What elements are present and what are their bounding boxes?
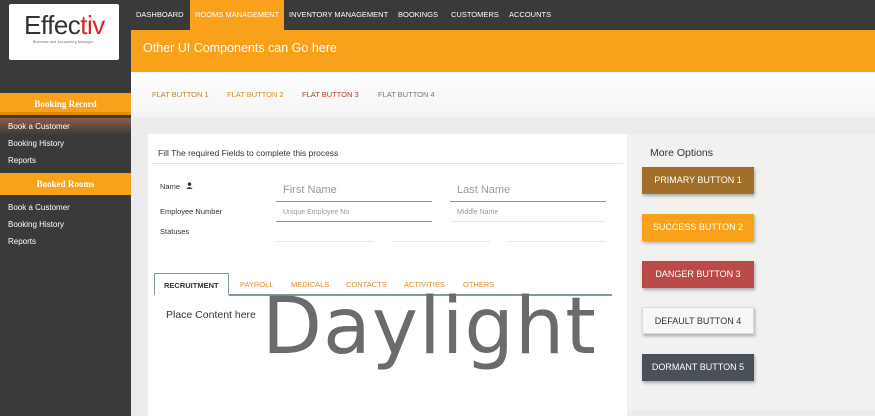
flat-button-1[interactable]: FLAT BUTTON 1 [152, 90, 209, 99]
form-panel: Fill The required Fields to complete thi… [148, 134, 627, 416]
flat-button-4[interactable]: FLAT BUTTON 4 [378, 90, 435, 99]
status-select-1[interactable] [276, 241, 374, 242]
nav-customers[interactable]: CUSTOMERS [446, 0, 504, 30]
tab-recruitment[interactable]: RECRUITMENT [154, 273, 229, 296]
middle-name-underline [450, 221, 606, 222]
danger-button[interactable]: DANGER BUTTON 3 [642, 261, 754, 288]
sidebar-item-booking-history[interactable]: Booking History [0, 135, 131, 152]
employee-number-label: Employee Number [160, 207, 223, 216]
employee-number-input[interactable]: Unique Employee No [283, 209, 349, 216]
sidebar-section-booked-rooms[interactable]: Booked Rooms [0, 173, 131, 195]
success-button[interactable]: SUCCESS BUTTON 2 [642, 214, 754, 241]
flat-button-3[interactable]: FLAT BUTTON 3 [302, 90, 359, 99]
banner-text: Other UI Components can Go here [143, 41, 337, 55]
sidebar-item-booking-history-2[interactable]: Booking History [0, 216, 131, 233]
banner: Other UI Components can Go here [131, 30, 875, 72]
sidebar-item-book-a-customer-2[interactable]: Book a Customer [0, 199, 131, 216]
name-label: Name [160, 182, 181, 191]
logo-tagline: Business and Accounting Manager [33, 40, 94, 44]
nav-accounts[interactable]: ACCOUNTS [504, 0, 556, 30]
person-icon [186, 182, 193, 189]
form-instructions: Fill The required Fields to complete thi… [158, 148, 339, 158]
sidebar-item-book-a-customer[interactable]: Book a Customer [0, 118, 131, 135]
logo-text: Effectiv [24, 10, 105, 40]
last-name-input[interactable]: Last Name [457, 184, 510, 196]
sidebar-section-booking-record[interactable]: Booking Record [0, 93, 131, 115]
sidebar: Effectiv Business and Accounting Manager… [0, 0, 131, 416]
more-options-title: More Options [650, 147, 714, 159]
divider [152, 163, 623, 164]
tab-content-placeholder: Place Content here [166, 309, 256, 321]
sidebar-item-reports[interactable]: Reports [0, 152, 131, 169]
status-select-2[interactable] [392, 241, 490, 242]
nav-rooms-management[interactable]: ROOMS MANAGEMENT [190, 0, 285, 30]
middle-name-input[interactable]: Middle Name [457, 209, 498, 216]
nav-inventory-management[interactable]: INVENTORY MANAGEMENT [284, 0, 393, 30]
flat-button-bar: FLAT BUTTON 1 FLAT BUTTON 2 FLAT BUTTON … [131, 72, 875, 117]
watermark-text: Daylight [262, 282, 597, 372]
first-name-underline [276, 201, 432, 202]
primary-button[interactable]: PRIMARY BUTTON 1 [642, 167, 754, 194]
default-button[interactable]: DEFAULT BUTTON 4 [642, 307, 754, 334]
status-select-3[interactable] [508, 241, 606, 242]
employee-number-underline [276, 221, 432, 222]
sidebar-item-reports-2[interactable]: Reports [0, 233, 131, 250]
brand-logo[interactable]: Effectiv Business and Accounting Manager [9, 4, 119, 60]
more-options-panel: More Options PRIMARY BUTTON 1 SUCCESS BU… [627, 134, 875, 410]
first-name-input[interactable]: First Name [283, 184, 337, 196]
statuses-label: Statuses [160, 227, 190, 236]
top-navigation: DASHBOARD ROOMS MANAGEMENT INVENTORY MAN… [131, 0, 875, 30]
flat-button-2[interactable]: FLAT BUTTON 2 [227, 90, 284, 99]
last-name-underline [450, 201, 606, 202]
nav-bookings[interactable]: BOOKINGS [393, 0, 443, 30]
dormant-button[interactable]: DORMANT BUTTON 5 [642, 354, 754, 381]
nav-dashboard[interactable]: DASHBOARD [131, 0, 189, 30]
